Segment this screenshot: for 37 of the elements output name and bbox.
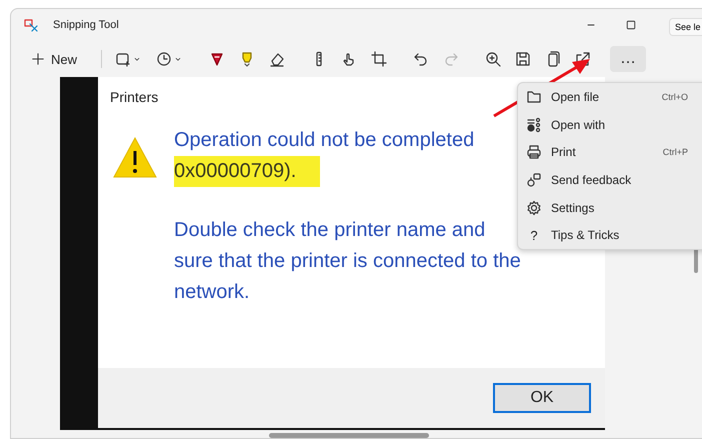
folder-icon <box>526 88 542 105</box>
detail-text: sure that the printer is connected to the <box>174 249 521 274</box>
printer-icon <box>526 144 542 160</box>
menu-item[interactable]: ? Tips & Tricks <box>518 221 702 250</box>
zoom-in-icon <box>485 51 502 67</box>
app-grid-icon <box>526 116 542 133</box>
share-icon <box>575 51 592 67</box>
app-icon <box>23 17 39 33</box>
rectangle-icon <box>115 51 132 67</box>
question-icon: ? <box>526 228 542 243</box>
feedback-icon <box>526 172 542 188</box>
menu-item[interactable]: Print Ctrl+P <box>518 138 702 166</box>
maximize-icon <box>625 19 637 31</box>
detail-text: Double check the printer name and <box>174 218 486 243</box>
plus-icon <box>31 52 45 66</box>
save-icon <box>515 51 532 67</box>
ok-button[interactable]: OK <box>493 383 591 413</box>
detail-text: network. <box>174 280 251 305</box>
menu-item[interactable]: Send feedback <box>518 166 702 194</box>
menu-item[interactable]: Open file Ctrl+O <box>518 83 702 111</box>
new-button[interactable]: New <box>21 48 88 70</box>
highlighted-error-code: 0x00000709). <box>174 156 320 187</box>
redo-icon <box>443 51 460 67</box>
more-button[interactable]: … <box>610 46 646 72</box>
eraser-icon <box>269 51 286 67</box>
undo-icon <box>413 51 430 67</box>
dialog-title: Printers <box>110 89 158 105</box>
settings-icon <box>526 200 542 216</box>
error-message: Operation could not be completed <box>174 128 476 153</box>
pen-icon <box>209 51 226 67</box>
menu-item[interactable]: Open with <box>518 110 702 138</box>
window-title: Snipping Tool <box>53 19 119 31</box>
crop-icon <box>371 51 388 67</box>
tooltip: See le <box>669 18 702 36</box>
menu-item[interactable]: Settings <box>518 194 702 222</box>
clock-icon <box>156 51 172 67</box>
scrollbar-thumb[interactable] <box>269 433 429 438</box>
